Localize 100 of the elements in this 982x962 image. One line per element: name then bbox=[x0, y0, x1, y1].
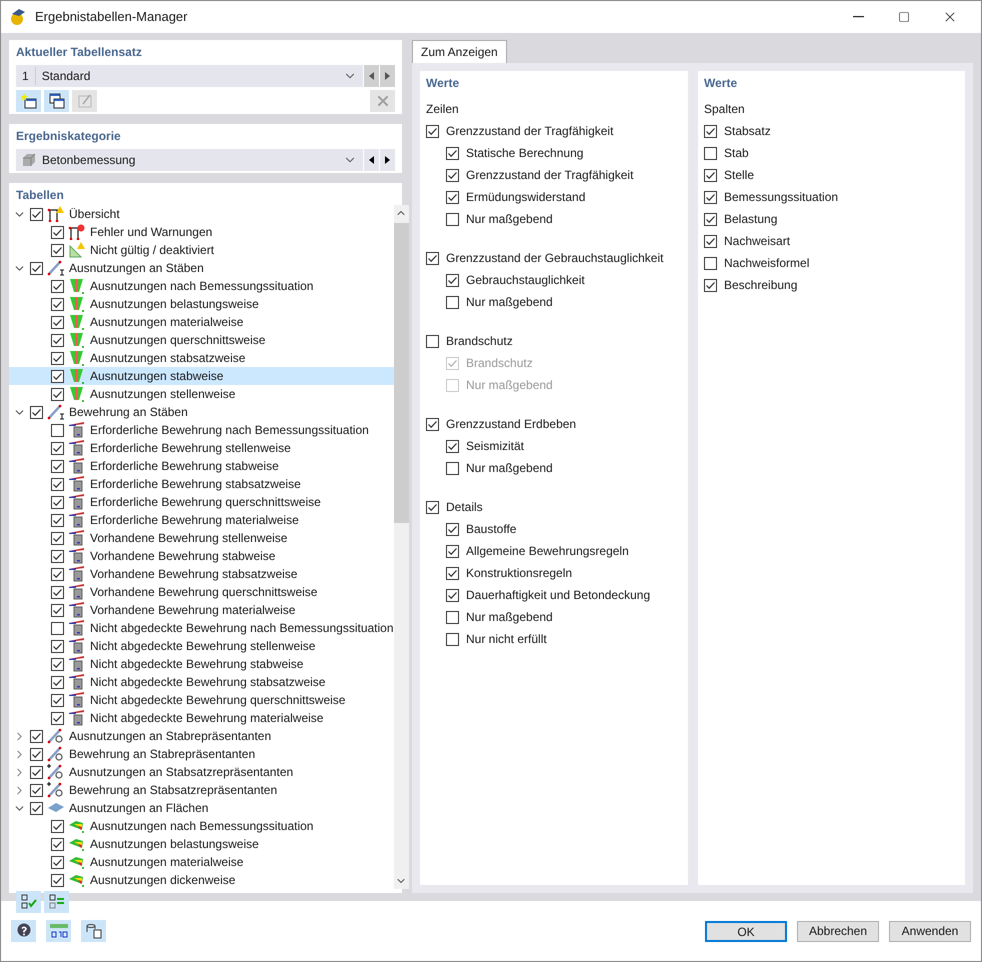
checkbox[interactable] bbox=[51, 874, 64, 886]
tree-item[interactable]: Erforderliche Bewehrung nach Bemessungssituation bbox=[9, 421, 394, 439]
checkbox[interactable] bbox=[51, 586, 64, 598]
checkbox-row[interactable]: Nachweisart bbox=[704, 230, 959, 252]
checkbox[interactable] bbox=[446, 588, 459, 602]
checkbox[interactable] bbox=[704, 278, 717, 292]
tree-item[interactable]: Übersicht bbox=[9, 205, 394, 223]
checkbox[interactable] bbox=[30, 802, 43, 814]
tree-item[interactable]: Nicht gültig / deaktiviert bbox=[9, 241, 394, 259]
checkbox[interactable] bbox=[446, 168, 459, 182]
tab[interactable]: Zum Anzeigen bbox=[412, 40, 507, 63]
tree-item[interactable]: Ausnutzungen nach Bemessungssituation bbox=[9, 817, 394, 835]
checkbox[interactable] bbox=[446, 146, 459, 160]
checkbox-row[interactable]: Nachweisformel bbox=[704, 252, 959, 274]
tree-item[interactable]: Ausnutzungen nach Bemessungssituation bbox=[9, 277, 394, 295]
checkbox-row[interactable]: Konstruktionsregeln bbox=[426, 562, 682, 584]
checkbox[interactable] bbox=[426, 252, 439, 264]
checkbox-row[interactable]: Nur maßgebend bbox=[426, 208, 682, 230]
dialog-button[interactable]: Abbrechen bbox=[797, 920, 879, 942]
checkbox[interactable] bbox=[51, 478, 64, 490]
checkbox[interactable] bbox=[51, 370, 64, 382]
checkbox[interactable] bbox=[51, 856, 64, 868]
checkbox[interactable] bbox=[446, 566, 459, 580]
checkbox[interactable] bbox=[30, 208, 43, 220]
checkbox[interactable] bbox=[446, 522, 459, 536]
checkbox[interactable] bbox=[51, 676, 64, 688]
next-button[interactable] bbox=[380, 149, 395, 171]
tree-item[interactable]: Bewehrung an Stabrepräsentanten bbox=[9, 745, 394, 763]
scroll-thumb[interactable] bbox=[394, 223, 409, 523]
checkbox-row[interactable]: Grenzzustand der Tragfähigkeit bbox=[426, 164, 682, 186]
checkbox[interactable] bbox=[51, 442, 64, 454]
checkbox-row[interactable]: Grenzzustand der Tragfähigkeit bbox=[426, 120, 682, 142]
checkbox-row[interactable]: Belastung bbox=[704, 208, 959, 230]
checkbox[interactable] bbox=[51, 316, 64, 328]
check-all-button[interactable] bbox=[16, 891, 41, 913]
checkbox[interactable] bbox=[51, 280, 64, 292]
dialog-button[interactable]: Anwenden bbox=[889, 920, 971, 942]
new-set-button[interactable] bbox=[16, 90, 41, 112]
checkbox[interactable] bbox=[446, 274, 459, 286]
checkbox[interactable] bbox=[51, 532, 64, 544]
checkbox-row[interactable]: Grenzzustand der Gebrauchstauglichkeit bbox=[426, 247, 682, 269]
dialog-button[interactable]: OK bbox=[705, 920, 787, 942]
checkbox-row[interactable]: Nur maßgebend bbox=[426, 606, 682, 628]
checkbox[interactable] bbox=[426, 334, 439, 348]
checkbox[interactable] bbox=[51, 244, 64, 256]
tree-item[interactable]: Ausnutzungen dickenweise bbox=[9, 871, 394, 889]
checkbox-row[interactable]: Details bbox=[426, 496, 682, 518]
tree-item[interactable]: Erforderliche Bewehrung stabweise bbox=[9, 457, 394, 475]
checkbox[interactable] bbox=[51, 298, 64, 310]
checkbox[interactable] bbox=[51, 604, 64, 616]
checkbox[interactable] bbox=[426, 418, 439, 430]
checkbox-row[interactable]: Beschreibung bbox=[704, 274, 959, 296]
checkbox-row[interactable]: Nur maßgebend bbox=[426, 291, 682, 313]
tree-item[interactable]: Ausnutzungen belastungsweise bbox=[9, 295, 394, 313]
tree-item[interactable]: Bewehrung an Stabsatzrepräsentanten bbox=[9, 781, 394, 799]
checkbox[interactable] bbox=[446, 544, 459, 558]
tree-item[interactable]: Vorhandene Bewehrung stabsatzweise bbox=[9, 565, 394, 583]
checkbox[interactable] bbox=[51, 658, 64, 670]
decimals-button[interactable] bbox=[46, 920, 71, 942]
checkbox[interactable] bbox=[446, 610, 459, 624]
tree-item[interactable]: Vorhandene Bewehrung stellenweise bbox=[9, 529, 394, 547]
checkbox[interactable] bbox=[446, 440, 459, 452]
checkbox-row[interactable]: Statische Berechnung bbox=[426, 142, 682, 164]
tree-item[interactable]: Ausnutzungen stabweise bbox=[9, 367, 394, 385]
checkbox-row[interactable]: Nur maßgebend bbox=[426, 457, 682, 479]
checkbox[interactable] bbox=[426, 124, 439, 138]
checkbox[interactable] bbox=[51, 622, 64, 634]
checkbox[interactable] bbox=[51, 496, 64, 508]
checkbox[interactable] bbox=[704, 190, 717, 204]
checkbox[interactable] bbox=[30, 748, 43, 760]
checkbox[interactable] bbox=[704, 256, 717, 270]
checkbox[interactable] bbox=[51, 226, 64, 238]
checkbox[interactable] bbox=[51, 640, 64, 652]
checkbox-row[interactable]: Seismizität bbox=[426, 435, 682, 457]
export-button[interactable] bbox=[81, 920, 106, 942]
tree-item[interactable]: Nicht abgedeckte Bewehrung stabweise bbox=[9, 655, 394, 673]
checkbox[interactable] bbox=[446, 190, 459, 204]
scrollbar[interactable] bbox=[394, 205, 409, 889]
tree-item[interactable]: Erforderliche Bewehrung stabsatzweise bbox=[9, 475, 394, 493]
tree-item[interactable]: Nicht abgedeckte Bewehrung nach Bemessungssituation bbox=[9, 619, 394, 637]
checkbox[interactable] bbox=[446, 296, 459, 308]
checkbox-row[interactable]: Nur nicht erfüllt bbox=[426, 628, 682, 650]
tree-item[interactable]: Ausnutzungen belastungsweise bbox=[9, 835, 394, 853]
tree-item[interactable]: Nicht abgedeckte Bewehrung stabsatzweise bbox=[9, 673, 394, 691]
checkbox[interactable] bbox=[30, 766, 43, 778]
tree-item[interactable]: Erforderliche Bewehrung materialweise bbox=[9, 511, 394, 529]
tree-item[interactable]: Nicht abgedeckte Bewehrung stellenweise bbox=[9, 637, 394, 655]
tree-item[interactable]: Vorhandene Bewehrung materialweise bbox=[9, 601, 394, 619]
checkbox[interactable] bbox=[51, 694, 64, 706]
checkbox-row[interactable]: Ermüdungswiderstand bbox=[426, 186, 682, 208]
tree-item[interactable]: Erforderliche Bewehrung querschnittsweise bbox=[9, 493, 394, 511]
help-button[interactable] bbox=[11, 920, 36, 942]
tree-item[interactable]: Bewehrung an Stäben bbox=[9, 403, 394, 421]
tree-item[interactable]: Ausnutzungen an Flächen bbox=[9, 799, 394, 817]
checkbox[interactable] bbox=[30, 784, 43, 796]
tree-item[interactable]: Ausnutzungen materialweise bbox=[9, 853, 394, 871]
tree-item[interactable]: Ausnutzungen querschnittsweise bbox=[9, 331, 394, 349]
checkbox[interactable] bbox=[51, 820, 64, 832]
checkbox[interactable] bbox=[426, 500, 439, 514]
checkbox[interactable] bbox=[30, 262, 43, 274]
